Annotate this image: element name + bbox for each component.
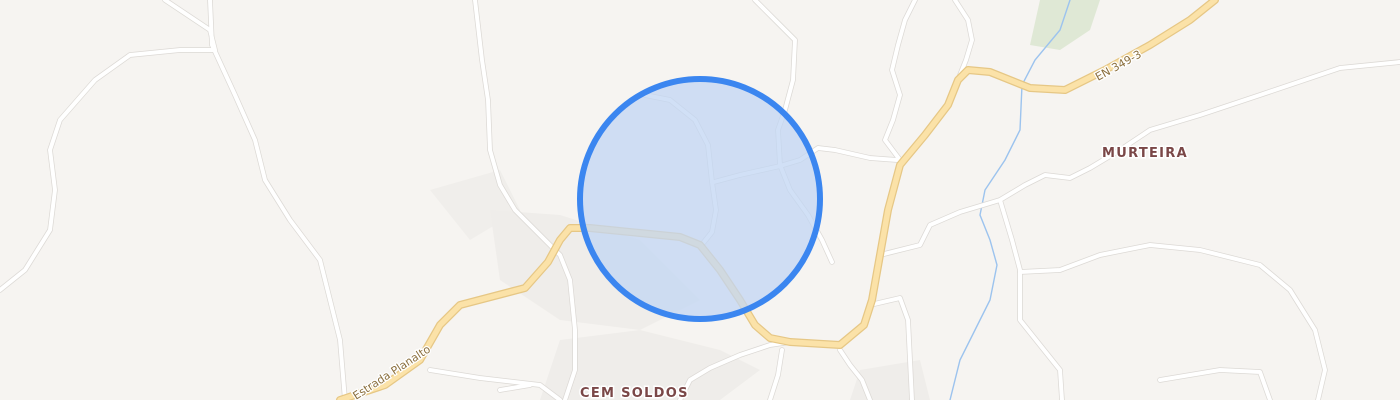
road-label-en-349-3: EN 349-3 <box>1093 48 1144 84</box>
park-area <box>1030 0 1100 50</box>
place-label-murteira: MURTEIRA <box>1102 146 1188 161</box>
location-marker[interactable] <box>577 76 823 322</box>
place-label-cem-soldos: CEM SOLDOS <box>580 386 689 400</box>
location-accuracy-circle <box>577 76 823 322</box>
road-label-estrada-planalto: Estrada Planalto <box>351 343 434 400</box>
map-view[interactable]: EN 349-3 Estrada Planalto MURTEIRA CEM S… <box>0 0 1400 400</box>
map-canvas[interactable]: EN 349-3 Estrada Planalto MURTEIRA CEM S… <box>0 0 1400 400</box>
